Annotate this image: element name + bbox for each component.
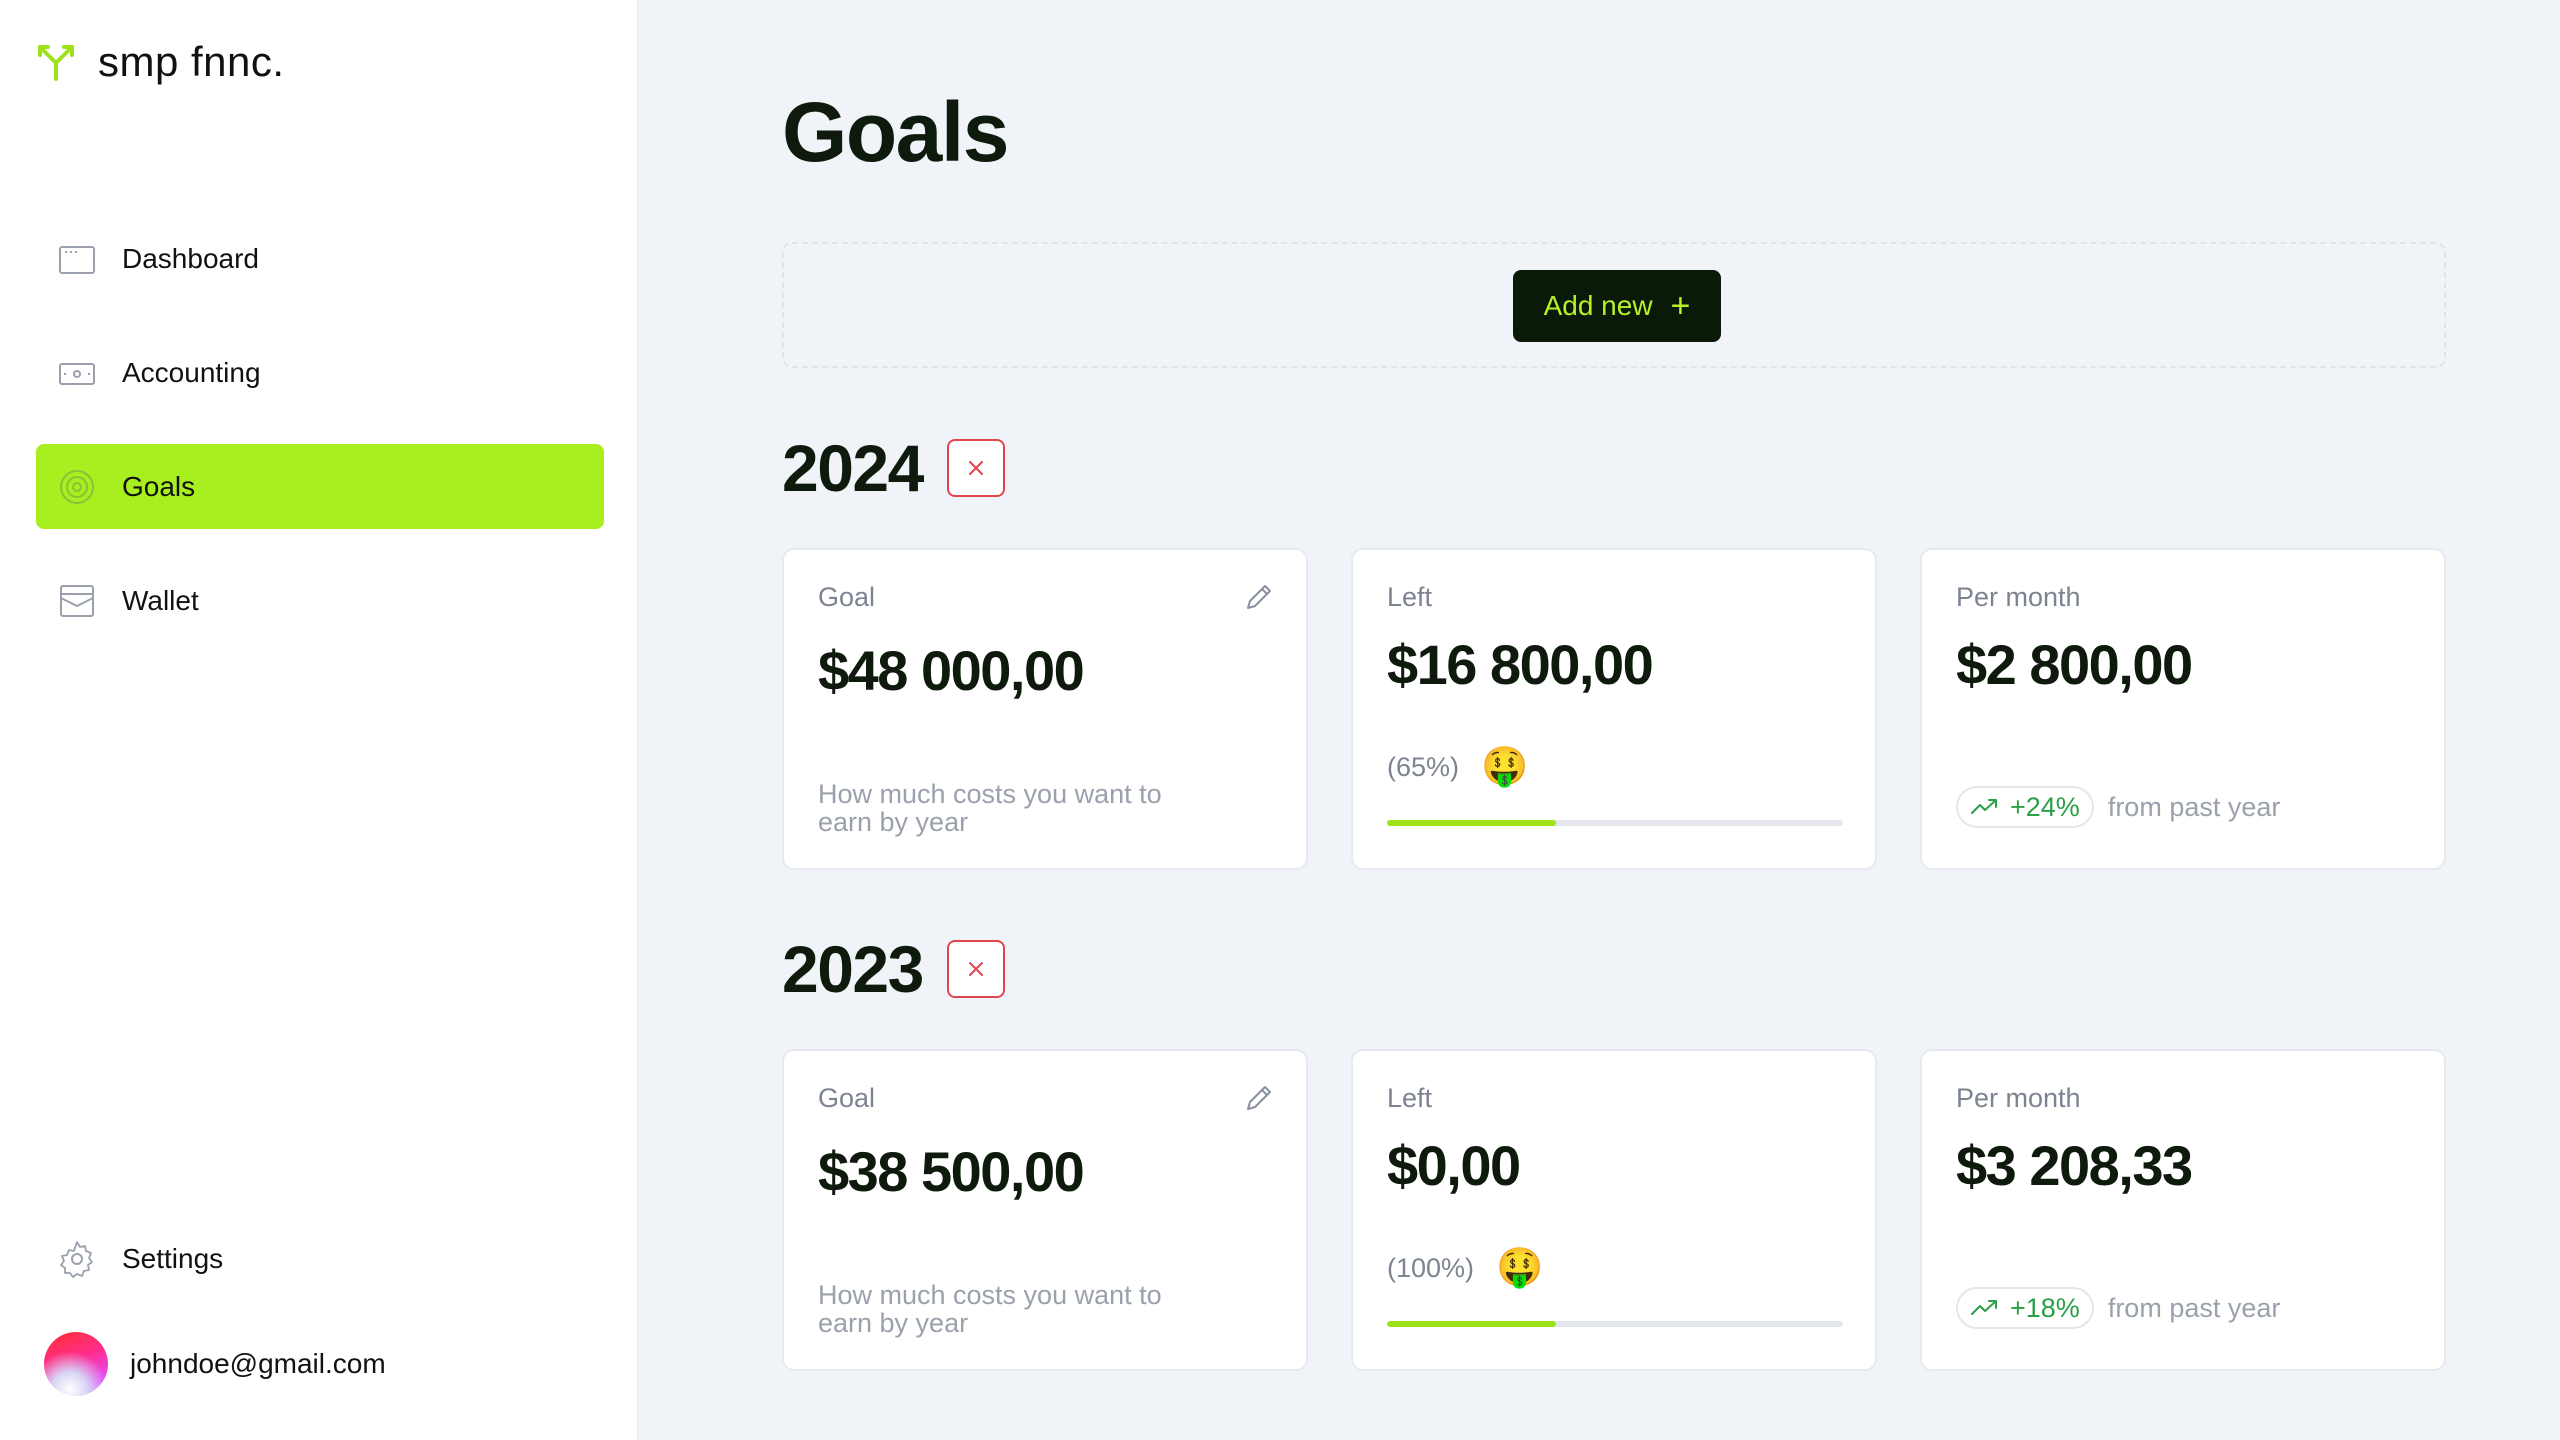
year-title: 2024 xyxy=(782,431,924,505)
year-title: 2023 xyxy=(782,932,924,1006)
sidebar-item-dashboard[interactable]: Dashboard xyxy=(36,216,604,301)
sidebar-nav: Dashboard Accounting Goals Wallet xyxy=(36,216,604,672)
trending-up-icon xyxy=(1971,799,1997,814)
sidebar-item-label: Goals xyxy=(122,470,196,502)
progress-percent: (65%) xyxy=(1387,751,1460,782)
trend-text: from past year xyxy=(2107,791,2281,822)
user-email: johndoe@gmail.com xyxy=(130,1348,386,1379)
sidebar-item-goals[interactable]: Goals xyxy=(36,444,604,529)
per-month-card: Per month $3 208,33 +18% from past year xyxy=(1920,1049,2446,1371)
goal-card: Goal $48 000,00 How much costs you want … xyxy=(782,548,1308,870)
goal-description: How much costs you want to earn by year xyxy=(818,779,1162,837)
progress-fill xyxy=(1387,820,1556,826)
per-month-value: $3 208,33 xyxy=(1956,1134,2193,1197)
card-label: Goal xyxy=(818,582,876,612)
progress-info: (65%) 🤑 xyxy=(1387,748,1528,786)
card-label: Per month xyxy=(1956,1083,2081,1113)
pencil-icon[interactable] xyxy=(1242,580,1276,614)
trend-value: +24% xyxy=(2010,791,2080,822)
logo-icon xyxy=(38,45,74,81)
trend-value: +18% xyxy=(2010,1292,2080,1323)
trend-text: from past year xyxy=(2107,1292,2281,1323)
trending-up-icon xyxy=(1971,1300,1997,1315)
page-title: Goals xyxy=(782,85,1009,179)
card-label: Goal xyxy=(818,1083,876,1113)
brand-logo[interactable]: smp fnnc. xyxy=(36,38,285,86)
year-header-2023: 2023 xyxy=(782,931,1005,1007)
progress-fill xyxy=(1387,1321,1556,1327)
left-value: $16 800,00 xyxy=(1387,633,1654,696)
year-header-2024: 2024 xyxy=(782,430,1005,506)
card-label: Left xyxy=(1387,582,1433,612)
user-profile[interactable]: johndoe@gmail.com xyxy=(44,1332,386,1396)
money-face-emoji: 🤑 xyxy=(1481,746,1529,788)
card-label: Left xyxy=(1387,1083,1433,1113)
settings-label: Settings xyxy=(122,1243,224,1274)
banknote-icon xyxy=(58,354,96,392)
progress-bar xyxy=(1387,1321,1843,1327)
left-card: Left $0,00 (100%) 🤑 xyxy=(1351,1049,1877,1371)
plus-icon: + xyxy=(1670,287,1691,325)
sidebar-item-label: Dashboard xyxy=(122,242,259,274)
avatar xyxy=(44,1332,108,1396)
sidebar-item-wallet[interactable]: Wallet xyxy=(36,558,604,643)
trend-badge: +18% xyxy=(1956,1287,2094,1329)
sidebar-item-label: Wallet xyxy=(122,584,199,616)
target-icon xyxy=(58,468,96,506)
per-month-value: $2 800,00 xyxy=(1956,633,2193,696)
main-content: Goals Add new + 2024 Goal $48 000,00 How… xyxy=(782,0,2446,1440)
sidebar-item-accounting[interactable]: Accounting xyxy=(36,330,604,415)
settings-link[interactable]: Settings xyxy=(58,1240,223,1278)
left-value: $0,00 xyxy=(1387,1134,1521,1197)
add-new-label: Add new xyxy=(1543,290,1653,321)
brand-name: smp fnnc. xyxy=(98,38,285,85)
trend-row: +18% from past year xyxy=(1956,1287,2280,1329)
progress-percent: (100%) xyxy=(1387,1252,1475,1283)
trend-row: +24% from past year xyxy=(1956,786,2280,828)
progress-info: (100%) 🤑 xyxy=(1387,1249,1543,1287)
delete-year-button[interactable] xyxy=(946,940,1005,998)
goal-card: Goal $38 500,00 How much costs you want … xyxy=(782,1049,1308,1371)
add-new-button[interactable]: Add new + xyxy=(1513,270,1721,342)
add-goal-dropzone: Add new + xyxy=(782,242,2446,368)
pencil-icon[interactable] xyxy=(1242,1081,1276,1115)
wallet-icon xyxy=(58,582,96,620)
dashboard-icon xyxy=(58,240,96,278)
sidebar-item-label: Accounting xyxy=(122,356,261,388)
per-month-card: Per month $2 800,00 +24% from past year xyxy=(1920,548,2446,870)
money-face-emoji: 🤑 xyxy=(1496,1247,1544,1289)
progress-bar xyxy=(1387,820,1843,826)
sidebar: smp fnnc. Dashboard Accounting Goals Wal… xyxy=(0,0,638,1440)
close-icon xyxy=(968,962,983,976)
card-label: Per month xyxy=(1956,582,2081,612)
close-icon xyxy=(968,461,983,475)
gear-icon xyxy=(60,1241,93,1278)
left-card: Left $16 800,00 (65%) 🤑 xyxy=(1351,548,1877,870)
goal-description: How much costs you want to earn by year xyxy=(818,1280,1162,1338)
trend-badge: +24% xyxy=(1956,786,2094,828)
delete-year-button[interactable] xyxy=(946,439,1005,497)
goal-value: $38 500,00 xyxy=(818,1140,1085,1203)
goal-value: $48 000,00 xyxy=(818,639,1085,702)
